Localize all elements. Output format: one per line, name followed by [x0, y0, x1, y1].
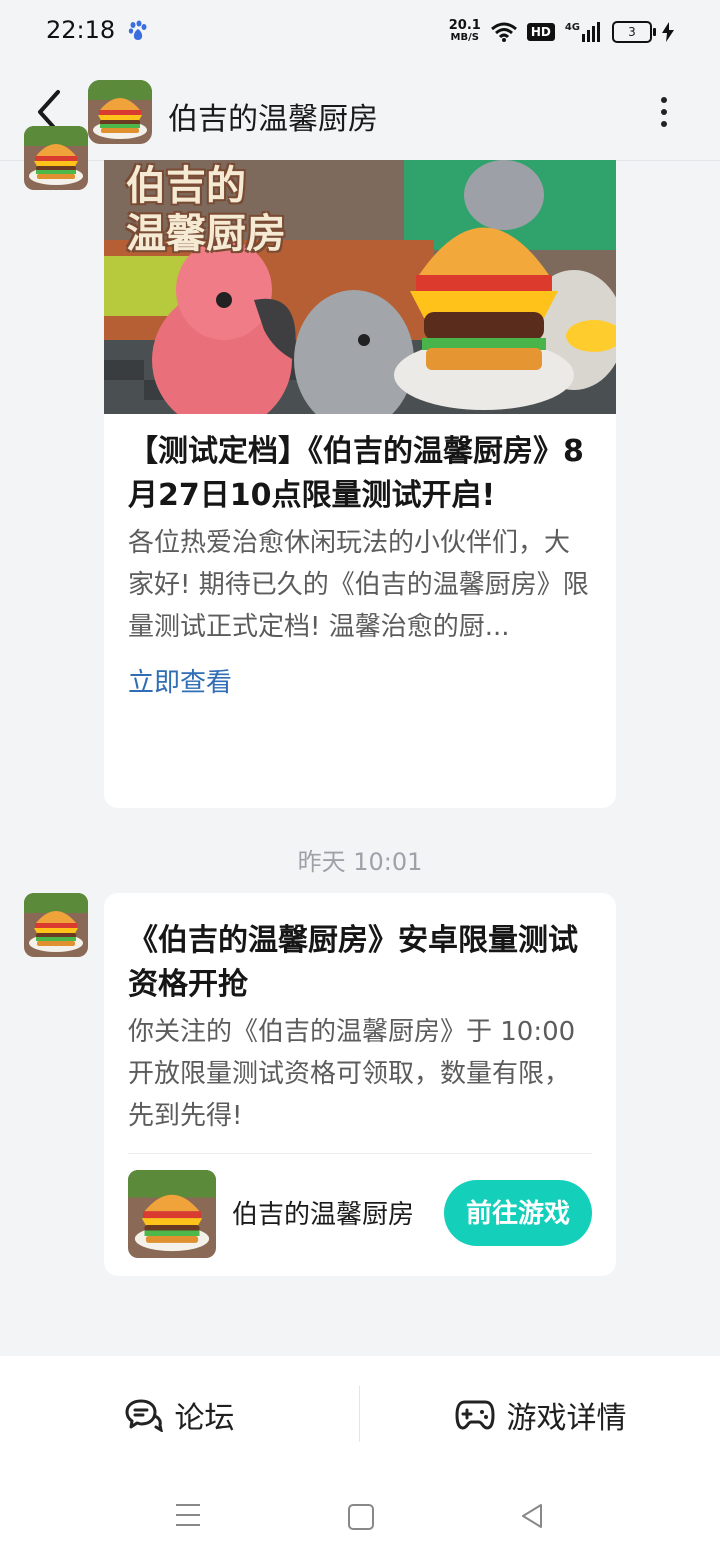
message-description: 各位热爱治愈休闲玩法的小伙伴们，大家好! 期待已久的《伯吉的温馨厨房》限量测试正…	[128, 528, 589, 642]
sender-avatar[interactable]	[24, 893, 88, 957]
more-options-icon[interactable]	[652, 94, 676, 130]
system-back-button[interactable]	[520, 1502, 544, 1530]
message-description: 你关注的《伯吉的温馨厨房》于 10:00 开放限量测试资格可领取，数量有限，先到…	[128, 1017, 576, 1131]
game-name: 伯吉的温馨厨房	[232, 1200, 415, 1230]
go-to-game-button[interactable]: 前往游戏	[444, 1180, 592, 1246]
message-card[interactable]: 《伯吉的温馨厨房》安卓限量测试资格开抢 你关注的《伯吉的温馨厨房》于 10:00…	[104, 893, 616, 1276]
battery-icon: 3	[612, 21, 656, 43]
home-button[interactable]	[348, 1504, 374, 1530]
chat-header: 伯吉的温馨厨房	[0, 64, 720, 161]
banner-image[interactable]: 伯吉的 温馨厨房	[104, 160, 616, 414]
message-timestamp: 昨天 10:01	[297, 848, 423, 876]
gamepad-icon	[455, 1400, 494, 1430]
view-now-link[interactable]: 立即查看	[128, 662, 592, 699]
bottom-bar: 论坛 游戏详情	[0, 1356, 720, 1560]
hd-badge: HD	[526, 23, 555, 41]
system-navigation-bar	[0, 1474, 720, 1560]
tab-game-details[interactable]: 游戏详情	[361, 1356, 720, 1474]
sender-avatar[interactable]	[24, 126, 88, 190]
tab-separator	[359, 1386, 360, 1442]
game-thumbnail[interactable]	[128, 1170, 216, 1258]
tab-game-details-label: 游戏详情	[506, 1401, 627, 1436]
game-avatar[interactable]	[88, 80, 152, 144]
message-title: 《伯吉的温馨厨房》安卓限量测试资格开抢	[128, 923, 578, 1002]
message-title: 【测试定档】《伯吉的温馨厨房》8月27日10点限量测试开启!	[128, 434, 584, 513]
status-bar: 22:18 20.1 MB/S HD 4G 3	[0, 0, 720, 64]
signal-indicator: 4G	[565, 22, 602, 42]
status-time: 22:18	[46, 16, 116, 44]
tab-forum-label: 论坛	[174, 1401, 235, 1436]
game-entry[interactable]: 伯吉的温馨厨房 前往游戏	[128, 1154, 592, 1272]
recent-apps-button[interactable]	[176, 1504, 200, 1534]
message-card[interactable]: 伯吉的 温馨厨房 【测试定档】《伯吉的温馨厨房》8月27日10点限量测试开启! …	[104, 160, 616, 808]
chat-bubbles-icon	[125, 1399, 163, 1432]
tab-forum[interactable]: 论坛	[0, 1356, 359, 1474]
signal-icon	[582, 22, 600, 42]
network-speed: 20.1 MB/S	[448, 18, 481, 43]
wifi-icon	[490, 22, 517, 42]
banner-title: 伯吉的 温馨厨房	[126, 163, 286, 257]
charging-icon	[662, 22, 674, 42]
baidu-paw-icon	[128, 20, 147, 40]
page-title: 伯吉的温馨厨房	[168, 102, 378, 137]
